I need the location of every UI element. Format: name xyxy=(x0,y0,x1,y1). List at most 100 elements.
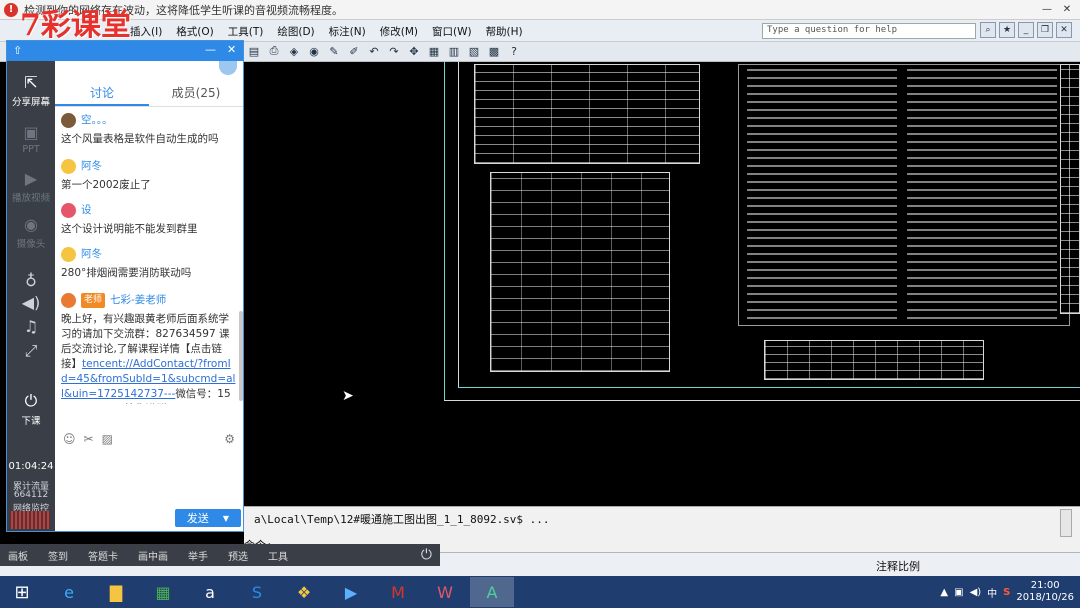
music-button[interactable]: ♫ xyxy=(7,317,55,338)
drawing-frame-line xyxy=(444,400,1080,401)
tab-members[interactable]: 成员(25) xyxy=(149,81,243,106)
clock-time: 21:00 xyxy=(1030,580,1060,591)
emoji-icon[interactable]: ☺ xyxy=(63,432,76,446)
minimize-button[interactable]: — xyxy=(1038,3,1056,17)
search-icon[interactable]: ⌕ xyxy=(980,22,996,38)
design-description-sheet xyxy=(738,64,1070,326)
grid-icon[interactable]: ▦ xyxy=(426,43,442,59)
app-icon[interactable]: ❖ xyxy=(282,577,326,607)
menu-window[interactable]: 窗口(W) xyxy=(432,24,472,39)
store-icon[interactable]: ▦ xyxy=(141,577,185,607)
class-toolbar: 画板 签到 答题卡 画中画 举手 预选 工具 ⏻ xyxy=(0,544,440,566)
doc-restore-button[interactable]: ❐ xyxy=(1037,22,1053,38)
ie-browser-icon[interactable]: e xyxy=(47,577,91,607)
chat-panel: ⇧ — ✕ ⇱ 分享屏幕 ▣ PPT ▶ 播放视频 ◉ 摄像头 ♁ ◀) ♫ ⤢… xyxy=(6,40,244,532)
toolbar-item-raise-hand[interactable]: 举手 xyxy=(188,548,208,563)
windows-start-icon[interactable]: ⊞ xyxy=(0,577,44,607)
wps-icon[interactable]: W xyxy=(423,577,467,607)
toolbar-item-tools[interactable]: 工具 xyxy=(268,548,288,563)
taskbar-clock[interactable]: 21:00 2018/10/26 xyxy=(1016,580,1074,604)
menu-format[interactable]: 格式(O) xyxy=(176,24,213,39)
class-timer: 01:04:24 xyxy=(8,461,54,472)
menu-insert[interactable]: 插入(I) xyxy=(130,24,162,39)
properties-icon[interactable]: ▧ xyxy=(466,43,482,59)
warning-icon: ! xyxy=(4,2,18,17)
brush-icon[interactable]: ✐ xyxy=(346,43,362,59)
help-icon[interactable]: ? xyxy=(506,43,522,59)
doc-minimize-button[interactable]: _ xyxy=(1018,22,1034,38)
save-icon[interactable]: ▤ xyxy=(246,43,262,59)
toolbar-item-drawing-board[interactable]: 画板 xyxy=(8,548,28,563)
chat-header[interactable]: ⇧ — ✕ xyxy=(7,41,243,61)
calculator-icon[interactable]: ▩ xyxy=(486,43,502,59)
avatar xyxy=(61,159,76,174)
power-icon[interactable]: ⏻ xyxy=(421,547,432,563)
image-icon[interactable]: ▨ xyxy=(102,432,113,446)
right-edge-sheet xyxy=(1060,64,1080,314)
annotation-scale-label[interactable]: 注释比例 xyxy=(876,558,920,574)
end-class-button[interactable]: ⏻ 下课 xyxy=(7,391,55,427)
avatar xyxy=(61,203,76,218)
menu-draw[interactable]: 绘图(D) xyxy=(277,24,314,39)
drawing-frame-line xyxy=(444,62,445,400)
pen-icon[interactable]: ✎ xyxy=(326,43,342,59)
command-scrollbar[interactable] xyxy=(1060,509,1072,537)
toolbar-item-sign-in[interactable]: 签到 xyxy=(48,548,68,563)
menu-dimension[interactable]: 标注(N) xyxy=(329,24,366,39)
send-button[interactable]: 发送 ▼ xyxy=(175,509,241,527)
share-screen-button[interactable]: ⇱ 分享屏幕 xyxy=(7,73,55,108)
file-explorer-icon[interactable]: ▇ xyxy=(94,577,138,607)
toolbar-item-answer-card[interactable]: 答题卡 xyxy=(88,548,118,563)
amazon-icon[interactable]: a xyxy=(188,577,232,607)
preview-icon[interactable]: ◈ xyxy=(286,43,302,59)
music-icon: ♫ xyxy=(23,317,39,336)
drawing-canvas[interactable]: ➤ xyxy=(244,62,1080,506)
ppt-button[interactable]: ▣ PPT xyxy=(7,123,55,155)
minimize-chat-button[interactable]: — xyxy=(205,43,216,56)
sogou-icon[interactable]: S xyxy=(235,577,279,607)
menu-help[interactable]: 帮助(H) xyxy=(486,24,523,39)
avatar xyxy=(61,113,76,128)
close-chat-button[interactable]: ✕ xyxy=(227,43,236,56)
network-icon[interactable]: ▣ xyxy=(954,587,963,598)
ime-indicator[interactable]: 中 xyxy=(987,585,997,600)
chat-message: 阿冬 280°排烟阀需要消防联动吗 xyxy=(61,247,192,279)
help-search-input[interactable]: Type a question for help xyxy=(762,23,976,39)
play-video-button[interactable]: ▶ 播放视频 xyxy=(7,169,55,204)
speaker-icon[interactable]: ◀) xyxy=(970,587,982,598)
tray-arrow-icon[interactable]: ▲ xyxy=(940,587,948,598)
print-icon[interactable]: ⎙ xyxy=(266,43,282,59)
fullscreen-button[interactable]: ⤢ xyxy=(7,341,55,363)
menu-modify[interactable]: 修改(M) xyxy=(380,24,418,39)
chevron-down-icon[interactable]: ▼ xyxy=(223,514,229,523)
layer-icon[interactable]: ▥ xyxy=(446,43,462,59)
redo-icon[interactable]: ↷ xyxy=(386,43,402,59)
volume-button[interactable]: ◀) xyxy=(7,293,55,314)
tab-discussion[interactable]: 讨论 xyxy=(55,81,149,106)
scissors-icon[interactable]: ✂ xyxy=(84,432,94,446)
drawing-frame-line xyxy=(458,387,1080,388)
chat-tabs: 讨论 成员(25) xyxy=(55,81,243,107)
chat-sidebar: ⇱ 分享屏幕 ▣ PPT ▶ 播放视频 ◉ 摄像头 ♁ ◀) ♫ ⤢ ⏻ 下课 xyxy=(7,61,55,531)
security-icon[interactable]: M xyxy=(376,577,420,607)
camera-button[interactable]: ◉ 摄像头 xyxy=(7,215,55,250)
mic-button[interactable]: ♁ xyxy=(7,271,55,292)
teacher-badge: 老师 xyxy=(81,293,106,308)
menu-tools[interactable]: 工具(T) xyxy=(228,24,264,39)
pan-icon[interactable]: ✥ xyxy=(406,43,422,59)
toolbar-item-picture-in-picture[interactable]: 画中画 xyxy=(138,548,168,563)
pin-icon[interactable]: ⇧ xyxy=(13,44,22,57)
toolbar-item-preselect[interactable]: 预选 xyxy=(228,548,248,563)
chat-scrollbar[interactable] xyxy=(239,311,243,401)
star-icon[interactable]: ★ xyxy=(999,22,1015,38)
avatar xyxy=(61,247,76,262)
doc-close-button[interactable]: ✕ xyxy=(1056,22,1072,38)
sogou-tray-icon[interactable]: S xyxy=(1003,587,1010,598)
autocad-icon[interactable]: A xyxy=(470,577,514,607)
close-button[interactable]: ✕ xyxy=(1058,3,1076,17)
undo-icon[interactable]: ↶ xyxy=(366,43,382,59)
classroom-app-icon[interactable]: ▶ xyxy=(329,577,373,607)
publish-icon[interactable]: ◉ xyxy=(306,43,322,59)
settings-icon[interactable]: ⚙ xyxy=(224,432,235,446)
command-history-line: a\Local\Temp\12#暖通施工图出图_1_1_8092.sv$ ... xyxy=(254,513,550,526)
